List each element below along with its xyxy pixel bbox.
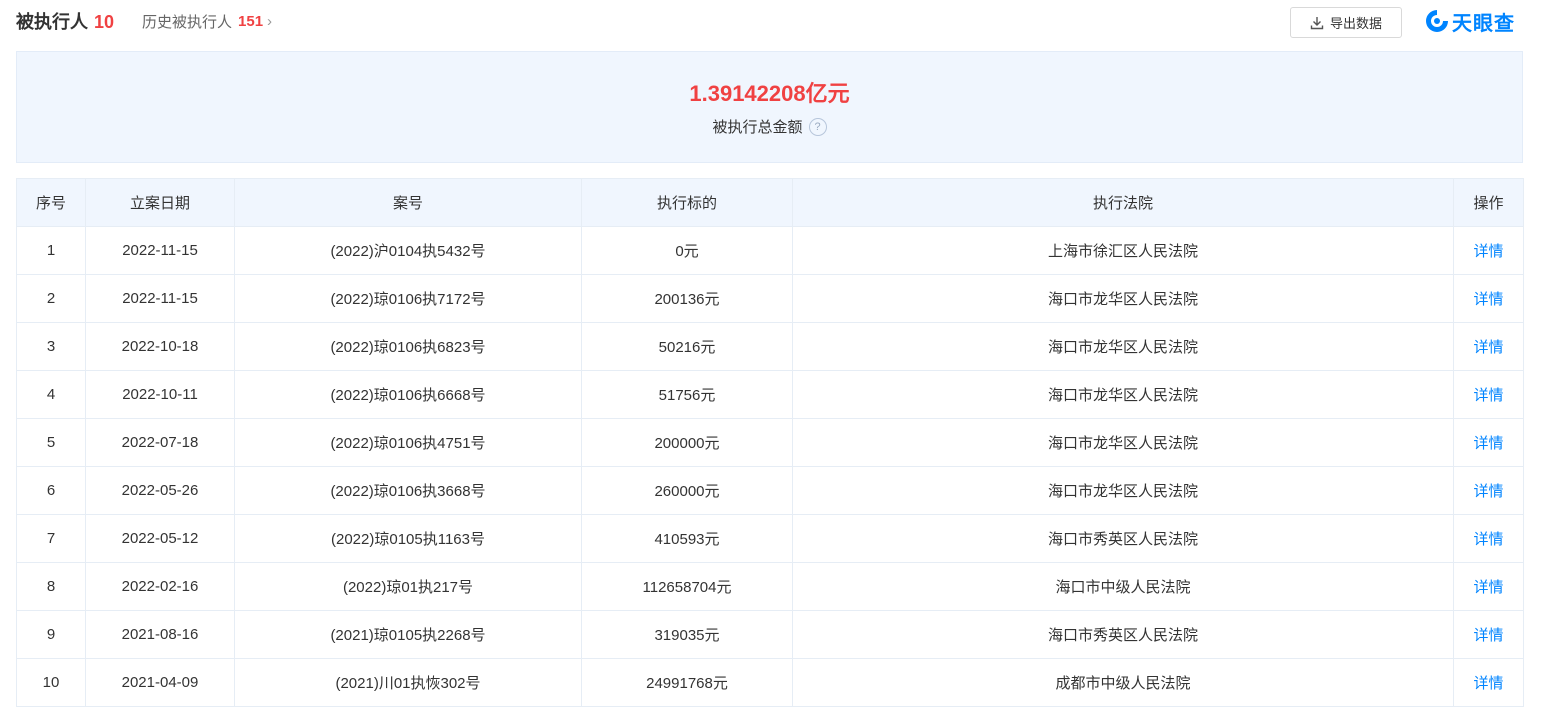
cell-date: 2022-10-11 (85, 370, 235, 419)
help-icon[interactable]: ? (808, 117, 827, 136)
detail-link[interactable]: 详情 (1453, 226, 1524, 275)
cell-case-number: (2022)琼0106执3668号 (234, 466, 582, 515)
history-link[interactable]: 历史被执行人 151 › (142, 11, 272, 32)
chevron-right-icon: › (267, 13, 273, 30)
table-row: 10 2021-04-09 (2021)川01执恢302号 24991768元 … (16, 658, 1524, 707)
cell-date: 2022-05-12 (85, 514, 235, 563)
cell-court: 海口市龙华区人民法院 (792, 274, 1454, 323)
detail-link[interactable]: 详情 (1453, 466, 1524, 515)
section-header: 被执行人 10 历史被执行人 151 › 导出数据 天眼查 (16, 0, 1524, 44)
cell-court: 海口市龙华区人民法院 (792, 466, 1454, 515)
cell-index: 1 (16, 226, 86, 275)
detail-link[interactable]: 详情 (1453, 562, 1524, 611)
cell-date: 2022-10-18 (85, 322, 235, 371)
cell-index: 5 (16, 418, 86, 467)
cell-index: 6 (16, 466, 86, 515)
table-row: 9 2021-08-16 (2021)琼0105执2268号 319035元 海… (16, 610, 1524, 659)
eye-logo-icon (1426, 10, 1448, 32)
cell-case-number: (2022)琼01执217号 (234, 562, 582, 611)
detail-link[interactable]: 详情 (1453, 658, 1524, 707)
cell-case-number: (2022)琼0105执1163号 (234, 514, 582, 563)
cell-target: 0元 (581, 226, 793, 275)
cell-case-number: (2022)琼0106执4751号 (234, 418, 582, 467)
cell-index: 4 (16, 370, 86, 419)
total-amount-label: 被执行总金额 (712, 119, 803, 136)
cell-case-number: (2022)琼0106执6668号 (234, 370, 582, 419)
section-count: 10 (94, 12, 115, 32)
cell-index: 10 (16, 658, 86, 707)
detail-link[interactable]: 详情 (1453, 418, 1524, 467)
column-header-case-number: 案号 (234, 178, 582, 227)
table-row: 5 2022-07-18 (2022)琼0106执4751号 200000元 海… (16, 418, 1524, 467)
detail-link[interactable]: 详情 (1453, 610, 1524, 659)
cell-court: 上海市徐汇区人民法院 (792, 226, 1454, 275)
section-title-label: 被执行人 (16, 12, 88, 32)
page: 被执行人 10 历史被执行人 151 › 导出数据 天眼查 1.39142208亿… (0, 0, 1541, 713)
table-row: 3 2022-10-18 (2022)琼0106执6823号 50216元 海口… (16, 322, 1524, 371)
cell-index: 2 (16, 274, 86, 323)
cell-court: 海口市秀英区人民法院 (792, 514, 1454, 563)
cell-court: 海口市龙华区人民法院 (792, 322, 1454, 371)
table-row: 8 2022-02-16 (2022)琼01执217号 112658704元 海… (16, 562, 1524, 611)
cell-target: 24991768元 (581, 658, 793, 707)
cell-case-number: (2022)沪0104执5432号 (234, 226, 582, 275)
logo-text: 天眼查 (1452, 12, 1515, 35)
cell-target: 51756元 (581, 370, 793, 419)
execution-table: 序号 立案日期 案号 执行标的 执行法院 操作 1 2022-11-15 (20… (16, 178, 1524, 707)
column-header-action: 操作 (1453, 178, 1524, 227)
cell-index: 7 (16, 514, 86, 563)
cell-index: 8 (16, 562, 86, 611)
cell-target: 319035元 (581, 610, 793, 659)
cell-target: 260000元 (581, 466, 793, 515)
column-header-index: 序号 (16, 178, 86, 227)
total-amount: 1.39142208亿元 (689, 81, 850, 106)
download-icon (1310, 16, 1324, 29)
table-row: 6 2022-05-26 (2022)琼0106执3668号 260000元 海… (16, 466, 1524, 515)
cell-target: 200136元 (581, 274, 793, 323)
tianyancha-logo: 天眼查 (1424, 6, 1515, 36)
cell-target: 50216元 (581, 322, 793, 371)
table-row: 1 2022-11-15 (2022)沪0104执5432号 0元 上海市徐汇区… (16, 226, 1524, 275)
cell-date: 2022-11-15 (85, 226, 235, 275)
cell-case-number: (2022)琼0106执6823号 (234, 322, 582, 371)
detail-link[interactable]: 详情 (1453, 370, 1524, 419)
detail-link[interactable]: 详情 (1453, 322, 1524, 371)
cell-case-number: (2021)琼0105执2268号 (234, 610, 582, 659)
total-amount-label-row: 被执行总金额 ? (712, 116, 827, 137)
cell-court: 海口市秀英区人民法院 (792, 610, 1454, 659)
cell-target: 200000元 (581, 418, 793, 467)
cell-date: 2022-11-15 (85, 274, 235, 323)
cell-date: 2021-08-16 (85, 610, 235, 659)
column-header-date: 立案日期 (85, 178, 235, 227)
cell-date: 2022-07-18 (85, 418, 235, 467)
cell-date: 2022-05-26 (85, 466, 235, 515)
cell-index: 3 (16, 322, 86, 371)
cell-court: 成都市中级人民法院 (792, 658, 1454, 707)
detail-link[interactable]: 详情 (1453, 514, 1524, 563)
column-header-target: 执行标的 (581, 178, 793, 227)
cell-court: 海口市龙华区人民法院 (792, 418, 1454, 467)
column-header-court: 执行法院 (792, 178, 1454, 227)
cell-date: 2022-02-16 (85, 562, 235, 611)
table-row: 4 2022-10-11 (2022)琼0106执6668号 51756元 海口… (16, 370, 1524, 419)
export-button[interactable]: 导出数据 (1290, 7, 1402, 38)
cell-court: 海口市中级人民法院 (792, 562, 1454, 611)
cell-index: 9 (16, 610, 86, 659)
table-header-row: 序号 立案日期 案号 执行标的 执行法院 操作 (16, 178, 1524, 227)
cell-court: 海口市龙华区人民法院 (792, 370, 1454, 419)
table-row: 7 2022-05-12 (2022)琼0105执1163号 410593元 海… (16, 514, 1524, 563)
cell-target: 410593元 (581, 514, 793, 563)
table-row: 2 2022-11-15 (2022)琼0106执7172号 200136元 海… (16, 274, 1524, 323)
history-label: 历史被执行人 (142, 14, 233, 31)
cell-case-number: (2022)琼0106执7172号 (234, 274, 582, 323)
total-amount-panel: 1.39142208亿元 被执行总金额 ? (16, 51, 1523, 163)
cell-target: 112658704元 (581, 562, 793, 611)
cell-case-number: (2021)川01执恢302号 (234, 658, 582, 707)
detail-link[interactable]: 详情 (1453, 274, 1524, 323)
history-count: 151 (238, 13, 264, 30)
section-title: 被执行人 10 (16, 8, 114, 34)
export-label: 导出数据 (1329, 16, 1382, 31)
cell-date: 2021-04-09 (85, 658, 235, 707)
